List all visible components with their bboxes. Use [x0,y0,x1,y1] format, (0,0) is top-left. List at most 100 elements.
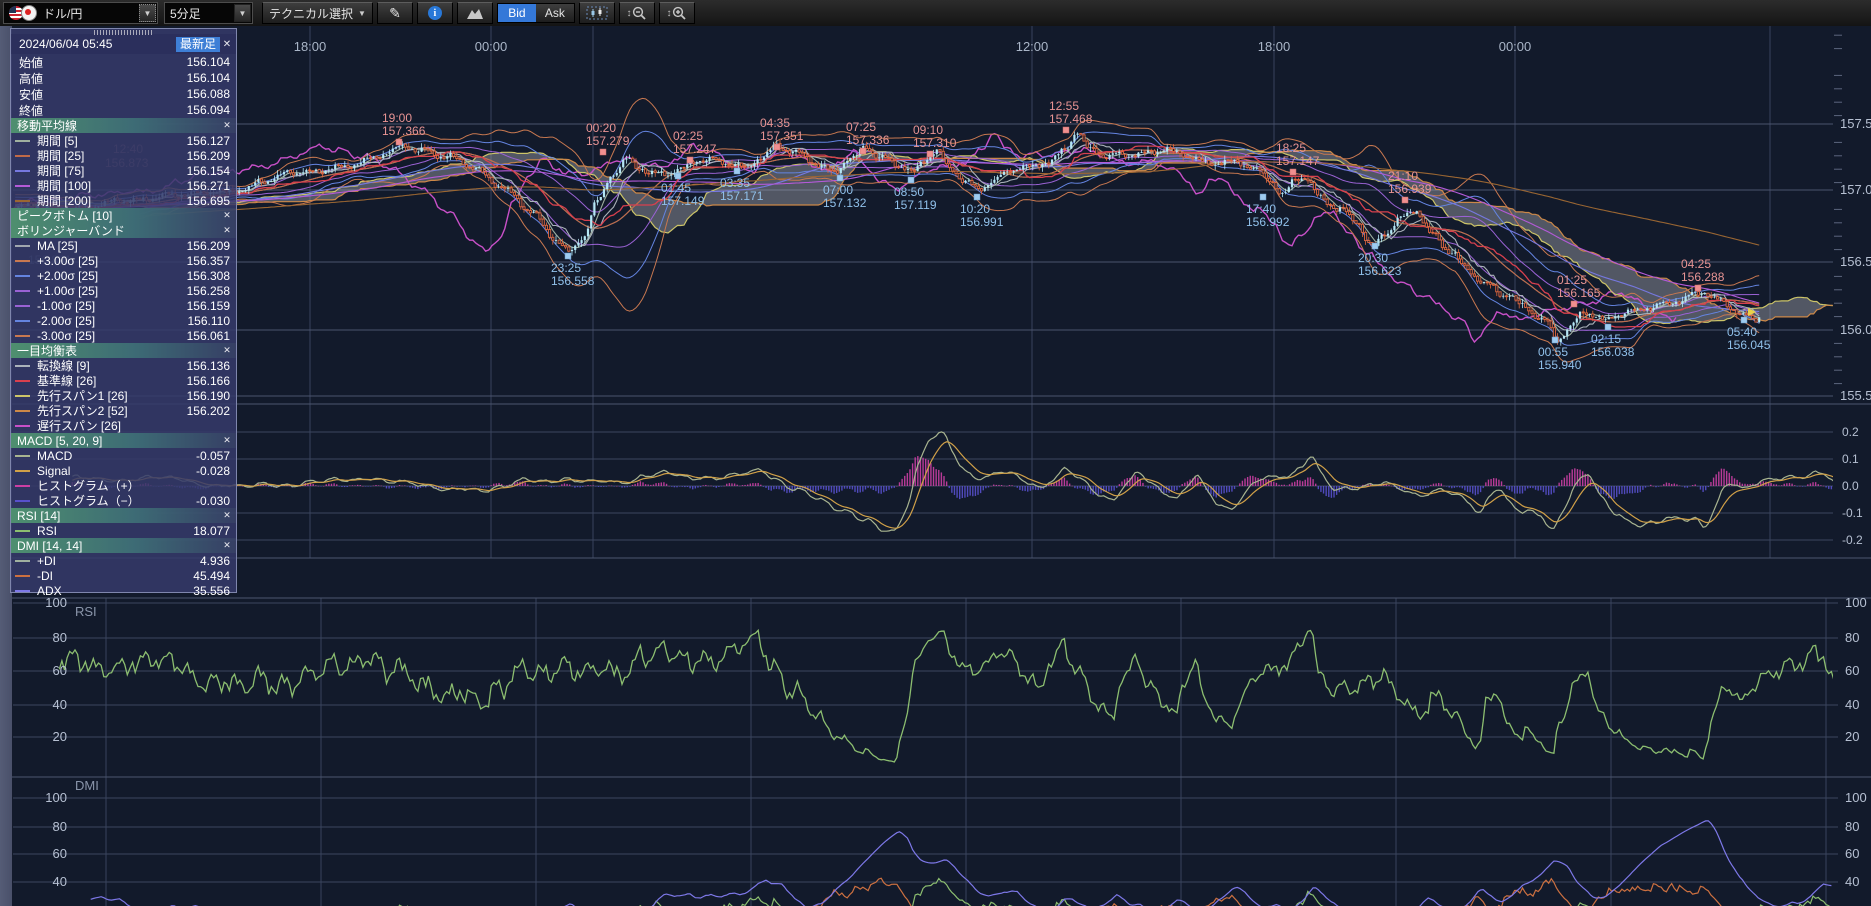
indicator-value: 156.127 [187,134,230,148]
technical-select-button[interactable]: テクニカル選択 ▼ [262,2,373,24]
indicator-row: Signal-0.028 [11,463,236,478]
vertical-zoom-out-button[interactable]: ↕ [619,2,655,24]
section-title: RSI [14] [17,509,220,523]
indicator-row: ADX35.556 [11,583,236,598]
chevron-down-icon[interactable]: ▼ [234,4,251,22]
candle-datetime: 2024/06/04 05:45 [19,37,176,51]
svg-text:155.5: 155.5 [1840,388,1871,403]
close-icon[interactable]: ✕ [220,345,234,356]
indicator-row: +1.00σ [25]156.258 [11,283,236,298]
svg-text:157.468: 157.468 [1049,112,1093,126]
indicator-value: 156.136 [187,359,230,373]
info-button[interactable]: i [417,2,453,24]
pair-select[interactable]: ドル/円 ▼ [3,2,158,24]
indicator-row: +2.00σ [25]156.308 [11,268,236,283]
indicator-label: -2.00σ [25] [37,314,188,328]
indicator-label: -DI [37,569,193,583]
indicator-row: -3.00σ [25]156.061 [11,328,236,343]
svg-text:80: 80 [1845,819,1859,834]
bid-ask-toggle: Bid Ask [497,3,575,23]
close-icon[interactable]: ✕ [220,510,234,521]
series-swatch [15,305,30,307]
updown-arrow-icon: ↕ [626,8,631,19]
svg-text:23:25: 23:25 [551,261,581,275]
section-header[interactable]: DMI [14, 14]✕ [11,538,236,553]
chart-style-button[interactable] [457,2,493,24]
svg-text:80: 80 [53,819,67,834]
ohlc-value: 156.094 [187,103,230,117]
series-swatch [15,560,30,562]
svg-text:40: 40 [53,874,67,889]
indicator-row: MA [25]156.209 [11,238,236,253]
series-swatch [15,140,30,142]
close-icon[interactable]: ✕ [220,225,234,236]
series-swatch [15,530,30,532]
ohlc-label: 終値 [19,102,187,119]
close-icon[interactable]: ✕ [220,39,234,50]
candle-display-button[interactable] [579,2,615,24]
svg-text:157.0: 157.0 [1840,182,1871,197]
timeframe-select[interactable]: 5分足 ▼ [164,2,253,24]
svg-text:04:35: 04:35 [760,116,790,130]
ohlc-label: 安値 [19,86,187,103]
svg-text:157.132: 157.132 [823,196,867,210]
section-header[interactable]: ピークボトム [10]✕ [11,208,236,223]
section-header[interactable]: 移動平均線✕ [11,118,236,133]
indicator-value: 156.202 [187,404,230,418]
series-swatch [15,395,30,397]
section-header[interactable]: ボリンジャーバンド✕ [11,223,236,238]
indicator-row: 期間 [5]156.127 [11,133,236,148]
svg-text:156.0: 156.0 [1840,322,1871,337]
indicator-row: 期間 [25]156.209 [11,148,236,163]
panel-drag-handle[interactable] [94,30,154,35]
svg-text:156.991: 156.991 [960,215,1004,229]
series-swatch [15,320,30,322]
svg-text:156.165: 156.165 [1557,286,1601,300]
latest-candle-badge: 最新足 [176,37,220,52]
series-swatch [15,470,30,472]
ohlc-row: 安値156.088 [11,86,236,102]
svg-text:0.0: 0.0 [1842,479,1859,493]
indicator-label: -3.00σ [25] [37,329,187,343]
indicator-label: Signal [37,464,196,478]
indicator-row: 遅行スパン [26] [11,418,236,433]
close-icon[interactable]: ✕ [220,120,234,131]
indicator-label: RSI [37,524,193,538]
section-header[interactable]: RSI [14]✕ [11,508,236,523]
vertical-zoom-in-button[interactable]: ↕ [659,2,695,24]
svg-text:157.171: 157.171 [720,189,764,203]
draw-tool-button[interactable]: ✎ [377,2,413,24]
indicator-value: 156.258 [187,284,230,298]
section-title: MACD [5, 20, 9] [17,434,220,448]
svg-text:0.2: 0.2 [1842,425,1859,439]
indicator-value: 156.209 [187,149,230,163]
series-swatch [15,245,30,247]
close-icon[interactable]: ✕ [220,210,234,221]
svg-text:157.149: 157.149 [661,194,705,208]
chart-canvas[interactable]: 19:00157.36600:20157.27902:25157.24704:3… [0,0,1871,906]
svg-text:157.366: 157.366 [382,124,426,138]
indicator-value: 156.166 [187,374,230,388]
pencil-icon: ✎ [389,5,401,22]
close-icon[interactable]: ✕ [220,435,234,446]
indicator-value: 35.556 [193,584,230,598]
section-header[interactable]: 一目均衡表✕ [11,343,236,358]
indicator-row: 転換線 [9]156.136 [11,358,236,373]
ask-button[interactable]: Ask [536,4,574,22]
indicator-panel[interactable]: 2024/06/04 05:45 最新足 ✕ 始値156.104高値156.10… [10,28,237,593]
svg-text:02:15: 02:15 [1591,332,1621,346]
svg-text:02:25: 02:25 [673,129,703,143]
indicator-value: 156.271 [187,179,230,193]
close-icon[interactable]: ✕ [220,540,234,551]
svg-text:156.623: 156.623 [1358,264,1402,278]
indicator-row: -2.00σ [25]156.110 [11,313,236,328]
chevron-down-icon[interactable]: ▼ [139,4,156,22]
indicator-row: 期間 [75]156.154 [11,163,236,178]
chevron-down-icon: ▼ [358,9,366,18]
svg-text:18:00: 18:00 [294,39,327,54]
bid-button[interactable]: Bid [498,4,536,22]
indicator-row: RSI18.077 [11,523,236,538]
svg-text:60: 60 [1845,846,1859,861]
section-header[interactable]: MACD [5, 20, 9]✕ [11,433,236,448]
series-swatch [15,260,30,262]
